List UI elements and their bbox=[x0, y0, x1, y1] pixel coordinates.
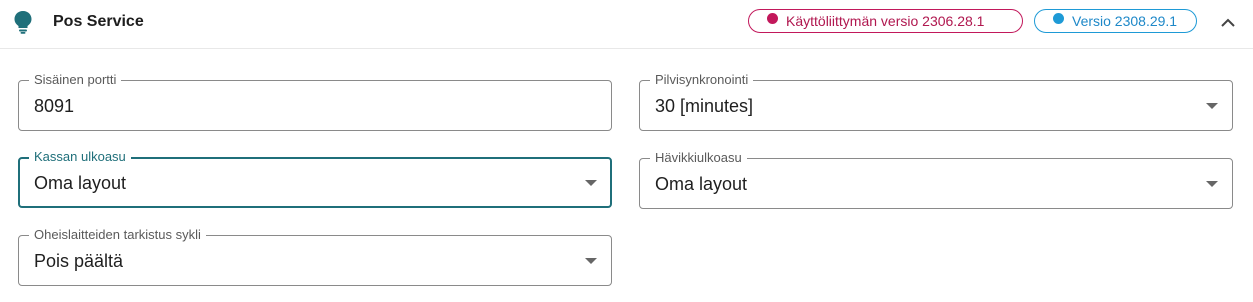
service-header[interactable]: Pos Service Käyttöliittymän versio 2306.… bbox=[0, 0, 1253, 49]
service-title: Pos Service bbox=[53, 13, 144, 30]
cloud-sync-value: 30 [minutes] bbox=[655, 96, 754, 116]
version-text: Versio 2308.29.1 bbox=[1072, 13, 1178, 29]
ui-version-badge: Käyttöliittymän versio 2306.28.1 bbox=[748, 9, 1023, 33]
register-layout-value: Oma layout bbox=[34, 173, 127, 193]
alert-circle-icon bbox=[767, 12, 778, 24]
check-circle-icon bbox=[1053, 12, 1064, 24]
register-layout-label: Kassan ulkoasu bbox=[29, 149, 131, 165]
caret-down-icon[interactable] bbox=[585, 180, 597, 186]
peripheral-check-label: Oheislaitteiden tarkistus sykli bbox=[29, 227, 206, 243]
chevron-up-icon[interactable] bbox=[1219, 14, 1237, 32]
register-layout-select[interactable]: Kassan ulkoasu Oma layout bbox=[18, 149, 612, 208]
lightbulb-icon bbox=[14, 11, 32, 34]
peripheral-check-select[interactable]: Oheislaitteiden tarkistus sykli Pois pää… bbox=[18, 227, 612, 286]
cloud-sync-label: Pilvisynkronointi bbox=[650, 72, 754, 88]
waste-layout-label: Hävikkiulkoasu bbox=[650, 150, 747, 166]
cloud-sync-select[interactable]: Pilvisynkronointi 30 [minutes] bbox=[639, 72, 1233, 131]
peripheral-check-value: Pois päältä bbox=[34, 251, 124, 271]
version-badge: Versio 2308.29.1 bbox=[1034, 9, 1197, 33]
caret-down-icon[interactable] bbox=[1206, 103, 1218, 109]
caret-down-icon[interactable] bbox=[1206, 181, 1218, 187]
waste-layout-select[interactable]: Hävikkiulkoasu Oma layout bbox=[639, 150, 1233, 209]
internal-port-value[interactable]: 8091 bbox=[34, 95, 74, 117]
waste-layout-value: Oma layout bbox=[655, 174, 748, 194]
ui-version-text: Käyttöliittymän versio 2306.28.1 bbox=[786, 13, 985, 29]
internal-port-field[interactable]: Sisäinen portti 8091 bbox=[18, 72, 612, 131]
caret-down-icon[interactable] bbox=[585, 258, 597, 264]
internal-port-label: Sisäinen portti bbox=[29, 72, 122, 88]
